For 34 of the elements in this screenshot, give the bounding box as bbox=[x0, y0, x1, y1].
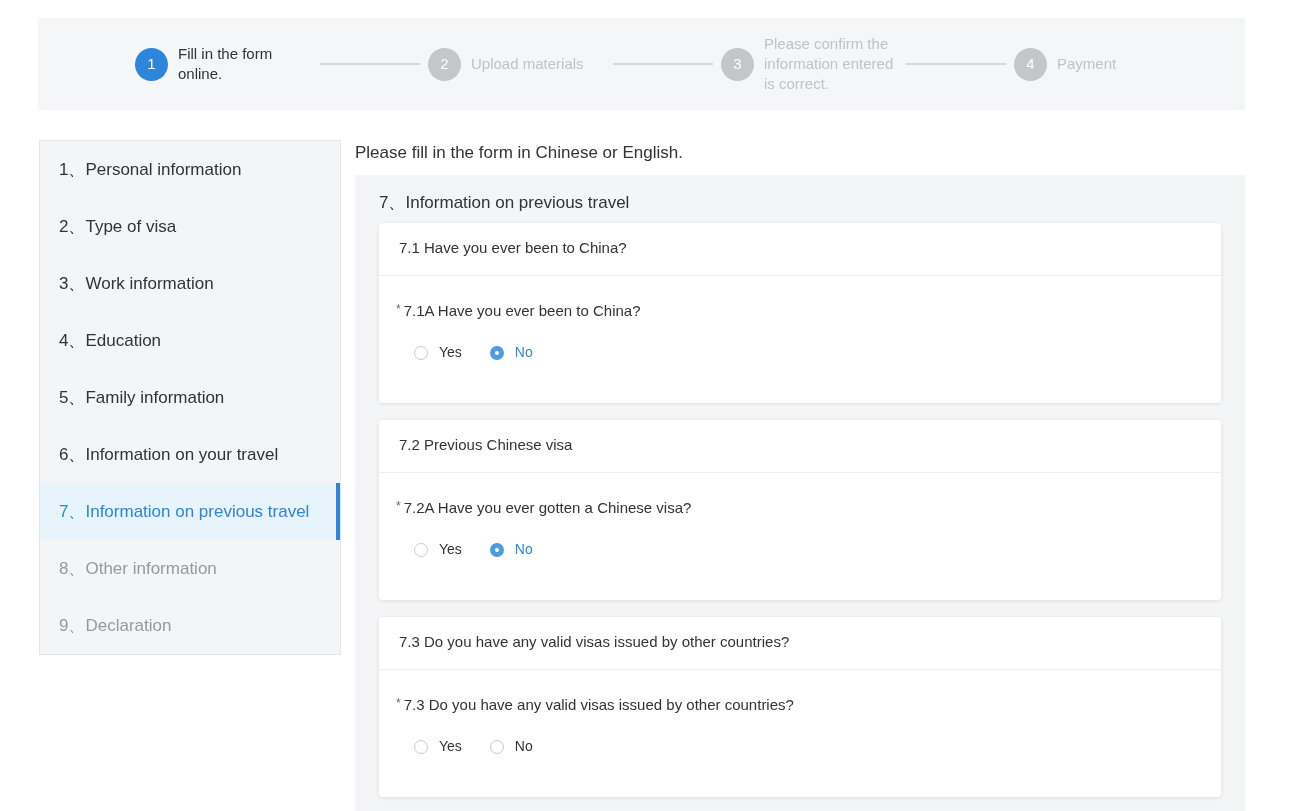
sidebar-item[interactable]: 6、Information on your travel bbox=[40, 426, 340, 483]
radio-button[interactable] bbox=[489, 739, 504, 754]
required-mark: * bbox=[396, 694, 401, 712]
radio-button[interactable] bbox=[414, 345, 428, 360]
radio-button[interactable] bbox=[414, 739, 428, 754]
sidebar-item[interactable]: 4、Education bbox=[40, 312, 340, 369]
step-label: Fill in the form online. bbox=[178, 44, 274, 84]
required-mark: * bbox=[396, 497, 401, 515]
step-number: 2 bbox=[428, 47, 461, 81]
question-text: 7.2A Have you ever gotten a Chinese visa? bbox=[403, 497, 692, 518]
sidebar-item[interactable]: 5、Family information bbox=[40, 369, 340, 426]
intro-text: Please fill in the form in Chinese or English. bbox=[355, 142, 684, 164]
step-number: 3 bbox=[721, 47, 754, 81]
question-text: 7.3 Do you have any valid visas issued by other countries? bbox=[403, 694, 794, 715]
radio-option[interactable]: Yes bbox=[414, 539, 462, 560]
step-number: 4 bbox=[1014, 47, 1047, 81]
radio-option[interactable]: No bbox=[489, 736, 533, 757]
card-title: 7.2 Previous Chinese visa bbox=[379, 419, 1221, 473]
sidebar-item[interactable]: 2、Type of visa bbox=[40, 198, 340, 255]
question-text: 7.1A Have you ever been to China? bbox=[403, 300, 641, 321]
step-number: 1 bbox=[135, 47, 168, 81]
sidebar-item[interactable]: 3、Work information bbox=[40, 255, 340, 312]
card-title: 7.1 Have you ever been to China? bbox=[379, 222, 1221, 276]
radio-option[interactable]: Yes bbox=[414, 342, 462, 363]
radio-button[interactable] bbox=[414, 542, 428, 557]
section-title: 7、Information on previous travel bbox=[379, 192, 631, 214]
sidebar-item[interactable]: 1、Personal information bbox=[40, 141, 340, 198]
radio-button[interactable] bbox=[489, 542, 504, 557]
radio-button[interactable] bbox=[489, 345, 504, 360]
radio-option[interactable]: No bbox=[489, 342, 533, 363]
radio-option[interactable]: No bbox=[489, 539, 533, 560]
card-title: 7.3 Do you have any valid visas issued by other countries? bbox=[379, 616, 1221, 670]
required-mark: * bbox=[396, 300, 401, 318]
radio-option[interactable]: Yes bbox=[414, 736, 462, 757]
